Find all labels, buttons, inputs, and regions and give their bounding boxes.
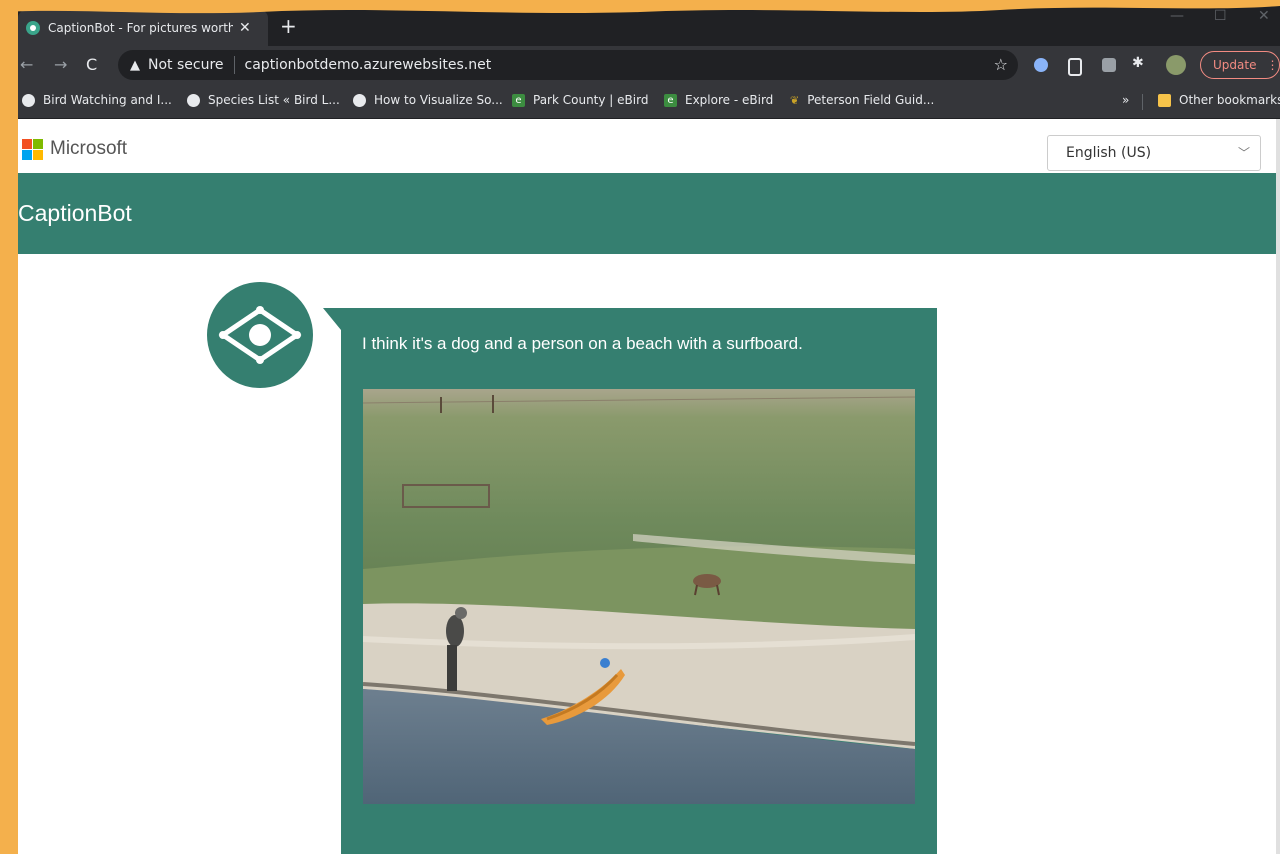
- bookmark-label: Bird Watching and I...: [43, 93, 172, 107]
- ebird-icon: e: [664, 93, 677, 107]
- globe-icon: [22, 93, 35, 107]
- shield-extension-icon[interactable]: [1068, 58, 1082, 76]
- browser-window: CaptionBot - For pictures worth t ✕ + — …: [18, 0, 1280, 854]
- bh-extension-icon[interactable]: [1102, 58, 1116, 72]
- bookmark-item[interactable]: How to Visualize So...: [353, 93, 503, 107]
- app-title: CaptionBot: [18, 200, 132, 226]
- update-label: Update: [1213, 58, 1257, 72]
- bookmark-label: Park County | eBird: [533, 93, 649, 107]
- captionbot-avatar: [207, 282, 313, 388]
- extension-circle-icon[interactable]: [1034, 58, 1048, 72]
- bookmark-label: Explore - eBird: [685, 93, 774, 107]
- update-button[interactable]: Update ⋮: [1200, 51, 1280, 79]
- menu-kebab-icon: ⋮: [1266, 58, 1279, 72]
- ebird-icon: e: [512, 93, 525, 107]
- captionbot-eye-icon: [218, 306, 302, 364]
- folder-icon: [1158, 93, 1171, 107]
- bookmarks-overflow-button[interactable]: »: [1122, 93, 1129, 107]
- globe-icon: [187, 93, 200, 107]
- peterson-icon: ❦: [790, 93, 800, 107]
- globe-icon: [353, 93, 366, 107]
- bookmark-label: Species List « Bird L...: [208, 93, 340, 107]
- bookmark-item[interactable]: e Explore - eBird: [664, 93, 773, 107]
- bookmark-item[interactable]: Bird Watching and I...: [22, 93, 172, 107]
- browser-toolbar: ← → C ▲ Not secure captionbotdemo.azurew…: [18, 46, 1280, 84]
- captionbot-page: Microsoft English (US) ﹀ CaptionBot I th…: [18, 119, 1280, 854]
- page-scrollbar[interactable]: [1276, 119, 1280, 854]
- puzzle-extensions-icon[interactable]: ✱: [1132, 55, 1146, 71]
- bookmark-star-icon[interactable]: ☆: [994, 55, 1008, 74]
- chevron-down-icon: ﹀: [1237, 146, 1250, 160]
- tab-title: CaptionBot - For pictures worth t: [48, 21, 233, 35]
- address-bar[interactable]: ▲ Not secure captionbotdemo.azurewebsite…: [118, 50, 1018, 80]
- brand-name: Microsoft: [50, 138, 128, 159]
- bookmarks-divider: [1142, 94, 1143, 110]
- tab-close-icon[interactable]: ✕: [239, 20, 251, 36]
- language-value: English (US): [1066, 145, 1152, 161]
- other-bookmarks-label: Other bookmarks: [1179, 93, 1280, 107]
- security-label: Not secure: [148, 57, 224, 73]
- microsoft-logo-icon: [22, 139, 43, 160]
- bookmark-item[interactable]: ❦ Peterson Field Guid...: [790, 93, 934, 107]
- language-select[interactable]: English (US) ﹀: [1047, 135, 1261, 171]
- address-divider: [233, 56, 235, 74]
- profile-avatar[interactable]: [1166, 55, 1186, 75]
- caption-text: I think it's a dog and a person on a bea…: [362, 334, 803, 353]
- bookmark-item[interactable]: e Park County | eBird: [512, 93, 648, 107]
- warning-icon: ▲: [130, 57, 140, 73]
- other-bookmarks-folder[interactable]: Other bookmarks: [1158, 93, 1280, 107]
- forward-icon[interactable]: →: [54, 55, 67, 74]
- uploaded-photo: [363, 389, 915, 804]
- bookmark-item[interactable]: Species List « Bird L...: [187, 93, 340, 107]
- captionbot-favicon-icon: [26, 21, 40, 35]
- decorative-frame-top: [0, 0, 1280, 14]
- app-header: CaptionBot: [18, 173, 1280, 254]
- back-icon[interactable]: ←: [20, 55, 33, 74]
- reload-icon[interactable]: C: [86, 55, 97, 74]
- bookmarks-bar: Bird Watching and I... Species List « Bi…: [18, 84, 1280, 119]
- bubble-tail: [323, 308, 341, 330]
- microsoft-logo[interactable]: Microsoft: [22, 138, 127, 160]
- url-text: captionbotdemo.azurewebsites.net: [244, 57, 492, 73]
- caption-bubble: I think it's a dog and a person on a bea…: [341, 308, 937, 854]
- bookmark-label: How to Visualize So...: [374, 93, 503, 107]
- bookmark-label: Peterson Field Guid...: [807, 93, 935, 107]
